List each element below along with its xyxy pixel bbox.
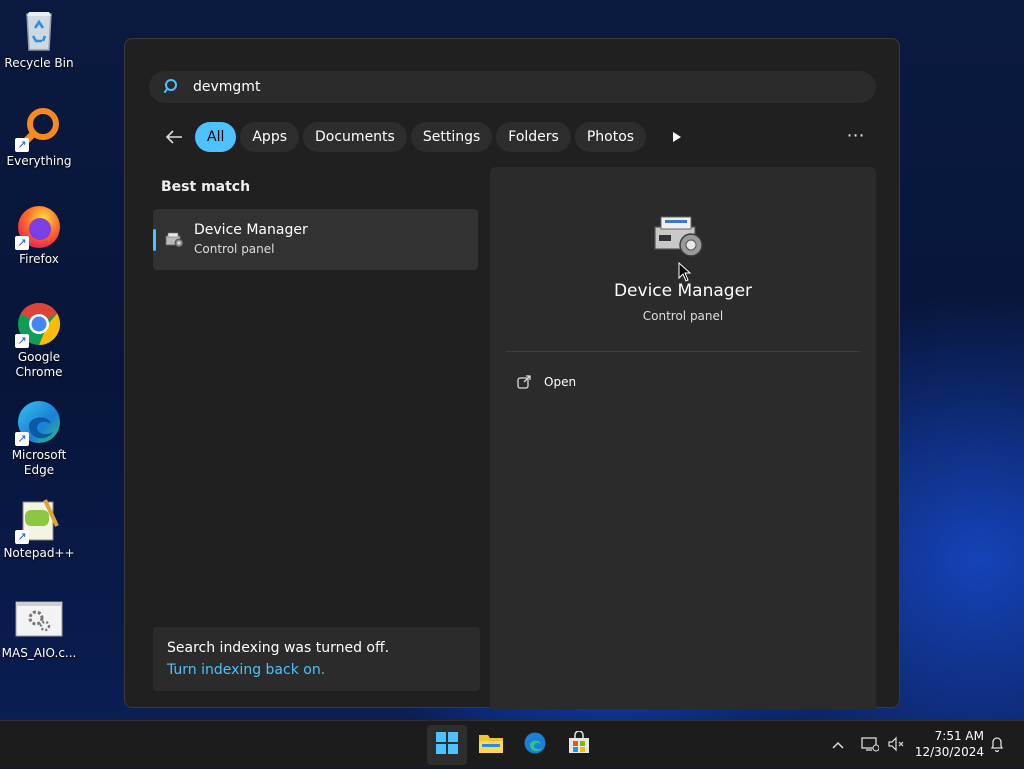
desktop-icon-label: Google Chrome	[15, 350, 63, 379]
filter-apps[interactable]: Apps	[240, 122, 300, 152]
desktop-icon-firefox[interactable]: ↗ Firefox	[0, 202, 78, 267]
shortcut-arrow-icon: ↗	[15, 334, 29, 348]
device-manager-large-icon	[651, 213, 709, 261]
taskbar: 7:51 AM 12/30/2024	[0, 720, 1024, 768]
bell-icon	[990, 736, 1004, 755]
file-explorer-icon	[478, 732, 504, 758]
turn-indexing-on-link[interactable]: Turn indexing back on.	[167, 662, 325, 678]
network-icon	[861, 736, 880, 755]
firefox-icon: ↗	[15, 202, 63, 250]
open-action[interactable]: Open	[516, 371, 576, 393]
filter-photos[interactable]: Photos	[574, 122, 647, 152]
desktop-icon-recycle-bin[interactable]: Recycle Bin	[0, 6, 78, 71]
open-external-icon	[516, 374, 532, 390]
shortcut-arrow-icon: ↗	[15, 236, 29, 250]
desktop-icon-chrome[interactable]: ↗ Google Chrome	[0, 300, 78, 380]
search-box[interactable]	[149, 71, 876, 103]
clock-date: 12/30/2024	[914, 745, 984, 759]
back-arrow-icon[interactable]	[161, 122, 187, 152]
details-title: Device Manager	[613, 281, 753, 301]
desktop-icon-edge[interactable]: ↗ Microsoft Edge	[0, 398, 78, 478]
start-button[interactable]	[427, 725, 467, 765]
filter-settings[interactable]: Settings	[410, 122, 493, 152]
taskbar-store[interactable]	[559, 725, 599, 765]
search-panel: All Apps Documents Settings Folders Phot…	[124, 38, 900, 709]
details-pane: Device Manager Control panel Open	[490, 167, 876, 709]
volume-status[interactable]	[884, 721, 908, 769]
clock-time: 7:51 AM	[934, 729, 984, 743]
chevron-up-icon	[832, 738, 844, 752]
taskbar-edge[interactable]	[515, 725, 555, 765]
desktop-icon-label: Notepad++	[3, 546, 75, 560]
search-input[interactable]	[191, 71, 845, 103]
indexing-notice: Search indexing was turned off. Turn ind…	[153, 627, 480, 691]
filter-folders[interactable]: Folders	[496, 122, 571, 152]
edge-icon: ↗	[15, 398, 63, 446]
desktop-icon-notepadpp[interactable]: ↗ Notepad++	[0, 496, 78, 561]
show-hidden-icons[interactable]	[826, 721, 850, 769]
more-filters-play-icon[interactable]	[666, 122, 688, 152]
details-subtitle: Control panel	[642, 309, 724, 323]
best-match-heading: Best match	[161, 179, 251, 195]
filter-all[interactable]: All	[195, 122, 237, 152]
details-divider	[506, 351, 860, 352]
shortcut-arrow-icon: ↗	[15, 138, 29, 152]
desktop-icon-mas-aio[interactable]: MAS_AIO.c...	[0, 596, 78, 661]
selection-indicator	[153, 229, 156, 251]
best-match-result[interactable]: Device Manager Control panel	[153, 209, 478, 270]
desktop-icon-label: MAS_AIO.c...	[1, 646, 77, 660]
desktop-icon-label: Everything	[6, 154, 72, 168]
recycle-bin-icon	[15, 6, 63, 54]
volume-muted-icon	[887, 736, 905, 755]
desktop-icon-label: Recycle Bin	[4, 56, 74, 70]
cmd-script-icon	[15, 596, 63, 644]
edge-icon	[523, 731, 547, 759]
indexing-message: Search indexing was turned off.	[167, 640, 390, 656]
result-subtitle: Control panel	[194, 242, 275, 256]
chrome-icon: ↗	[15, 300, 63, 348]
shortcut-arrow-icon: ↗	[15, 530, 29, 544]
mouse-cursor-icon	[678, 261, 692, 282]
desktop-icon-label: Firefox	[19, 252, 59, 266]
device-manager-icon	[165, 231, 185, 249]
everything-search-icon: ↗	[15, 104, 63, 152]
result-name: Device Manager	[194, 222, 308, 238]
open-action-label: Open	[544, 375, 577, 389]
desktop-icon-everything[interactable]: ↗ Everything	[0, 104, 78, 169]
taskbar-file-explorer[interactable]	[471, 725, 511, 765]
search-icon	[164, 78, 178, 93]
clock[interactable]: 7:51 AM 12/30/2024	[912, 728, 984, 760]
notepadpp-icon: ↗	[15, 496, 63, 544]
more-options-icon[interactable]: ⋯	[845, 125, 867, 147]
start-icon	[436, 732, 458, 758]
microsoft-store-icon	[567, 730, 591, 759]
network-status[interactable]	[858, 721, 882, 769]
desktop-icon-label: Microsoft Edge	[11, 448, 67, 477]
shortcut-arrow-icon: ↗	[15, 432, 29, 446]
notifications[interactable]	[986, 721, 1008, 769]
filter-documents[interactable]: Documents	[303, 122, 407, 152]
filter-bar: All Apps Documents Settings Folders Phot…	[161, 121, 688, 153]
